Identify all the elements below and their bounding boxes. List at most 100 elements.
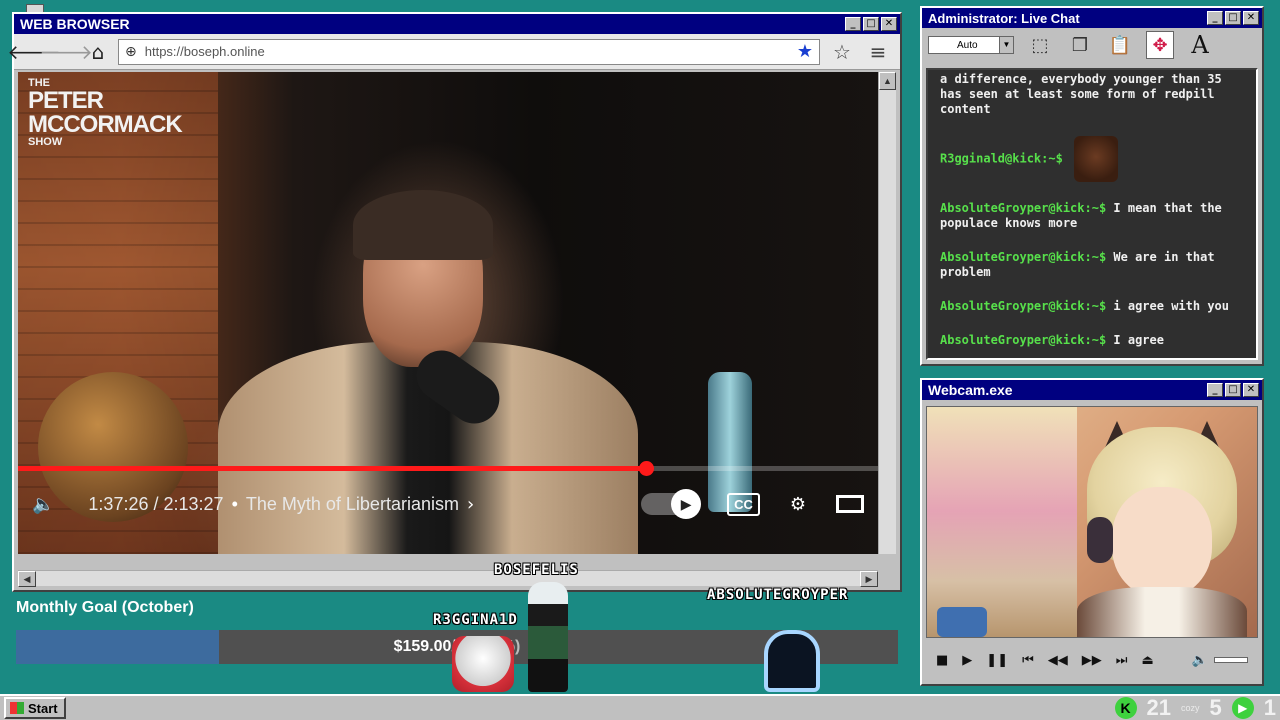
play-icon[interactable]: ▶	[962, 653, 972, 668]
tray-cozy-icon: cozy	[1180, 703, 1200, 713]
webcam-room-background	[927, 407, 1077, 637]
star-filled-icon[interactable]: ★	[797, 41, 813, 62]
video-controls: 🔈 1:37:26 / 2:13:27 • The Myth of Libert…	[18, 482, 878, 526]
play-icon: ▶	[671, 489, 702, 519]
chat-messages[interactable]: a difference, everybody younger than 35 …	[926, 68, 1258, 360]
minimize-button[interactable]: _	[845, 17, 861, 31]
avatar-sprite-bosefelis	[528, 582, 568, 692]
kick-icon[interactable]: K	[1114, 697, 1137, 719]
address-bar[interactable]: ⊕ https://boseph.online ★	[118, 38, 820, 65]
chat-message: AbsoluteGroyper@kick:~$ I mean that the …	[940, 201, 1248, 231]
eject-icon[interactable]: ⏏	[1142, 653, 1154, 668]
chat-emote	[1074, 136, 1119, 182]
current-time: 1:37:26	[88, 493, 149, 514]
avatar-sprite-absolutegroyper	[764, 630, 820, 692]
fast-forward-icon[interactable]: ▶▶	[1082, 653, 1102, 668]
chat-handle[interactable]: AbsoluteGroyper@kick:~$	[940, 250, 1106, 264]
scroll-right-icon[interactable]: ▶	[860, 571, 878, 587]
tray-count-rumble: 1	[1263, 695, 1276, 720]
vertical-scrollbar[interactable]: ▲	[878, 72, 896, 554]
start-button[interactable]: Start	[4, 697, 66, 719]
avatar-sprite-r3ggina1d	[452, 636, 514, 692]
volume-slider[interactable]	[1214, 657, 1248, 663]
paste-icon[interactable]: 📋	[1106, 31, 1134, 59]
chat-toolbar: Auto ▼ ⬚ ❐ 📋 ✥ A	[922, 28, 1262, 62]
chat-title: Administrator: Live Chat	[928, 10, 1080, 26]
browser-titlebar[interactable]: WEB BROWSER _ □ ✕	[14, 14, 900, 34]
chat-handle[interactable]: AbsoluteGroyper@kick:~$	[940, 201, 1106, 215]
horizontal-scrollbar[interactable]: ◀ ▶	[18, 570, 878, 587]
show-logo: THE PETER MCCORMACK SHOW	[28, 78, 183, 148]
home-button[interactable]: ⌂	[86, 40, 110, 64]
select-rect-icon[interactable]: ⬚	[1026, 31, 1054, 59]
volume-icon[interactable]: 🔈	[1192, 653, 1208, 668]
chat-message: R3gginald@kick:~$	[940, 136, 1248, 182]
tray-count-viewers: 21	[1146, 695, 1171, 720]
headset-icon	[1087, 517, 1113, 563]
star-outline-icon[interactable]: ☆	[828, 40, 856, 64]
maximize-button[interactable]: □	[1225, 11, 1241, 25]
video-progress-knob[interactable]	[638, 461, 654, 476]
stop-icon[interactable]: ■	[936, 653, 948, 668]
chat-window: Administrator: Live Chat _ □ ✕ Auto ▼ ⬚ …	[920, 6, 1264, 366]
goal-title: Monthly Goal (October)	[16, 599, 194, 616]
chat-text: I agree	[1113, 333, 1164, 347]
close-button[interactable]: ✕	[881, 17, 897, 31]
video-player[interactable]: THE PETER MCCORMACK SHOW 🔈 1:37:26 / 2:1…	[18, 72, 878, 554]
pause-icon[interactable]: ❚❚	[986, 653, 1008, 668]
webcam-titlebar[interactable]: Webcam.exe _ □ ✕	[922, 380, 1262, 400]
auto-select-value: Auto	[957, 39, 978, 51]
skip-back-icon[interactable]: ⏮	[1022, 653, 1034, 668]
forward-button[interactable]: 🡒	[39, 40, 93, 64]
close-button[interactable]: ✕	[1243, 11, 1259, 25]
start-label: Start	[28, 700, 58, 716]
browser-window: WEB BROWSER _ □ ✕ 🡐 🡒 ⌂ ⊕ https://boseph…	[7, 12, 902, 592]
chat-message: AbsoluteGroyper@kick:~$ i agree with you	[940, 299, 1248, 314]
chevron-right-icon[interactable]: ›	[467, 494, 474, 515]
system-tray: K 21 cozy 5 ▶ 1	[1114, 695, 1276, 720]
video-time: 1:37:26 / 2:13:27	[88, 494, 223, 515]
maximize-button[interactable]: □	[863, 17, 879, 31]
play-icon[interactable]: ▶	[1231, 697, 1254, 719]
scroll-left-icon[interactable]: ◀	[18, 571, 36, 587]
show-logo-show: SHOW	[28, 136, 63, 148]
webcam-view	[926, 406, 1258, 638]
captions-button[interactable]: CC	[727, 492, 760, 516]
font-icon[interactable]: A	[1186, 31, 1214, 59]
copy-icon[interactable]: ❐	[1066, 31, 1094, 59]
chevron-down-icon[interactable]: ▼	[999, 37, 1013, 53]
minimize-button[interactable]: _	[1207, 383, 1223, 397]
chat-text: a difference, everybody younger than 35 …	[940, 72, 1222, 116]
fullscreen-icon[interactable]	[836, 495, 864, 513]
video-person-hair	[353, 190, 493, 260]
maximize-button[interactable]: □	[1225, 383, 1241, 397]
video-chapter-title[interactable]: The Myth of Libertarianism	[246, 494, 459, 515]
avatar-name-r3ggina1d: R3GGINA1D	[433, 612, 518, 628]
video-progress-bar[interactable]	[18, 461, 878, 476]
autoplay-toggle[interactable]: ▶	[641, 489, 702, 519]
chat-message: a difference, everybody younger than 35 …	[940, 72, 1248, 117]
home-icon: ⌂	[91, 39, 105, 64]
minimize-button[interactable]: _	[1207, 11, 1223, 25]
skip-forward-icon[interactable]: ⏭	[1116, 653, 1128, 668]
chat-titlebar[interactable]: Administrator: Live Chat _ □ ✕	[922, 8, 1262, 28]
scroll-up-icon[interactable]: ▲	[879, 72, 896, 90]
media-controls: ■ ▶ ❚❚ ⏮ ◀◀ ▶▶ ⏭ ⏏ 🔈	[926, 644, 1258, 676]
webcam-window: Webcam.exe _ □ ✕ ■ ▶ ❚❚ ⏮ ◀◀ ▶▶ ⏭ ⏏ 🔈	[920, 378, 1264, 686]
windows-logo-icon	[10, 702, 24, 714]
gear-icon[interactable]: ⚙	[790, 494, 806, 515]
webcam-title: Webcam.exe	[928, 382, 1013, 398]
close-button[interactable]: ✕	[1243, 383, 1259, 397]
taskbar: Start K 21 cozy 5 ▶ 1	[0, 694, 1280, 720]
volume-icon[interactable]: 🔈	[32, 494, 54, 515]
chat-handle[interactable]: AbsoluteGroyper@kick:~$	[940, 299, 1106, 313]
auto-select[interactable]: Auto ▼	[928, 36, 1014, 54]
chat-handle[interactable]: R3gginald@kick:~$	[940, 152, 1063, 166]
hamburger-icon[interactable]: ≡	[864, 40, 892, 64]
url-text[interactable]: https://boseph.online	[145, 44, 789, 59]
move-icon[interactable]: ✥	[1146, 31, 1174, 59]
chat-message: AbsoluteGroyper@kick:~$ We are in that p…	[940, 250, 1248, 280]
rewind-icon[interactable]: ◀◀	[1048, 653, 1068, 668]
avatar-name-absolutegroyper: ABSOLUTEGROYPER	[707, 587, 849, 603]
chat-handle[interactable]: AbsoluteGroyper@kick:~$	[940, 333, 1106, 347]
